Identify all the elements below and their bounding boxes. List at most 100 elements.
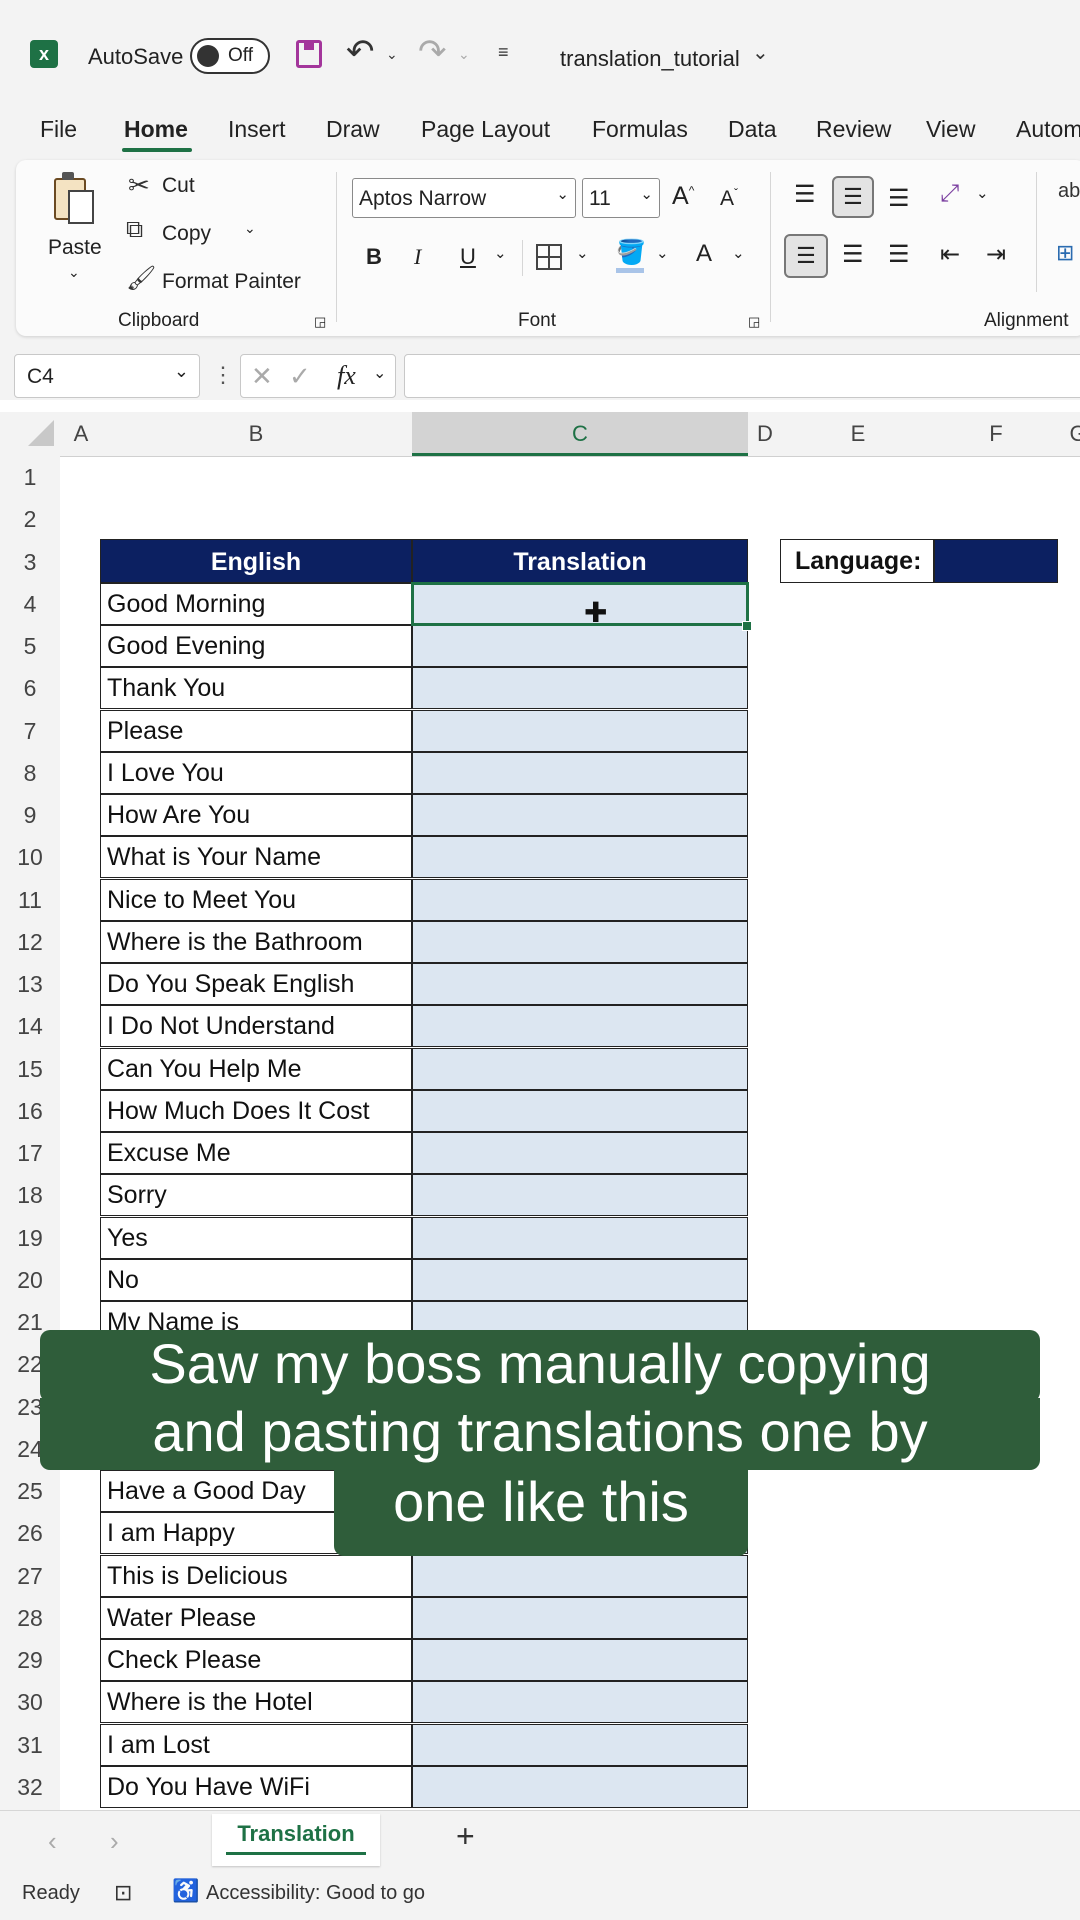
translation-cell[interactable] <box>412 879 748 921</box>
english-cell[interactable]: Water Please <box>100 1597 412 1639</box>
redo-icon[interactable]: ↷ <box>418 32 447 72</box>
column-header-d[interactable]: D <box>748 412 782 456</box>
english-cell[interactable]: Where is the Bathroom <box>100 921 412 963</box>
translation-header-cell[interactable]: Translation <box>412 539 748 583</box>
menu-insert[interactable]: Insert <box>228 116 286 143</box>
english-cell[interactable]: Excuse Me <box>100 1132 412 1174</box>
translation-cell[interactable] <box>412 1724 748 1766</box>
language-value-cell[interactable] <box>934 539 1058 583</box>
row-header[interactable]: 25 <box>0 1470 60 1512</box>
formula-input[interactable] <box>404 354 1080 398</box>
english-cell[interactable]: Yes <box>100 1217 412 1259</box>
copy-button[interactable]: Copy <box>162 222 211 246</box>
column-header-c[interactable]: C <box>412 412 748 456</box>
row-header[interactable]: 2 <box>0 498 60 540</box>
align-left-icon[interactable]: ☰ <box>784 234 828 278</box>
row-header[interactable]: 8 <box>0 752 60 794</box>
file-name[interactable]: translation_tutorial <box>560 46 740 72</box>
english-cell[interactable]: I Love You <box>100 752 412 794</box>
accessibility-icon[interactable]: ♿ <box>172 1878 199 1904</box>
column-header-b[interactable]: B <box>100 412 412 456</box>
row-header[interactable]: 17 <box>0 1132 60 1174</box>
row-header[interactable]: 32 <box>0 1766 60 1808</box>
translation-cell[interactable] <box>412 1005 748 1047</box>
row-header[interactable]: 15 <box>0 1048 60 1090</box>
translation-cell[interactable] <box>412 625 748 667</box>
row-header[interactable]: 20 <box>0 1259 60 1301</box>
align-center-icon[interactable]: ☰ <box>842 240 864 269</box>
sheet-tab-translation[interactable]: Translation <box>212 1814 380 1866</box>
menu-automate[interactable]: Autom <box>1016 116 1080 143</box>
translation-cell[interactable] <box>412 1132 748 1174</box>
english-cell[interactable]: Do You Speak English <box>100 963 412 1005</box>
language-label-cell[interactable]: Language: <box>780 539 934 583</box>
borders-dropdown-icon[interactable]: ⌄ <box>576 244 589 262</box>
translation-cell[interactable] <box>412 1048 748 1090</box>
row-header[interactable]: 28 <box>0 1597 60 1639</box>
font-color-icon[interactable]: A <box>696 240 712 268</box>
english-cell[interactable]: No <box>100 1259 412 1301</box>
name-box[interactable]: C4 ⌄ <box>14 354 200 398</box>
decrease-font-size-icon[interactable]: Aˇ <box>720 186 738 211</box>
translation-cell[interactable] <box>412 1639 748 1681</box>
translation-cell[interactable] <box>412 1766 748 1808</box>
column-header-f[interactable]: F <box>934 412 1058 456</box>
font-color-dropdown-icon[interactable]: ⌄ <box>732 244 745 262</box>
translation-cell[interactable] <box>412 836 748 878</box>
menu-formulas[interactable]: Formulas <box>592 116 688 143</box>
translation-cell[interactable] <box>412 1090 748 1132</box>
prev-sheet-icon[interactable]: ‹ <box>48 1826 57 1857</box>
align-bottom-icon[interactable]: ☰ <box>888 184 910 213</box>
english-cell[interactable]: Thank You <box>100 667 412 709</box>
filename-chevron-icon[interactable]: ⌄ <box>752 40 769 65</box>
font-size-dropdown[interactable]: 11 ⌄ <box>582 178 660 218</box>
underline-dropdown-icon[interactable]: ⌄ <box>494 244 507 262</box>
increase-indent-icon[interactable]: ⇥ <box>986 240 1006 269</box>
english-cell[interactable]: How Much Does It Cost <box>100 1090 412 1132</box>
format-painter-button[interactable]: Format Painter <box>162 270 301 294</box>
row-header[interactable]: 6 <box>0 667 60 709</box>
selected-cell-c4[interactable] <box>411 582 749 626</box>
redo-dropdown-icon[interactable]: ⌄ <box>458 46 470 63</box>
english-cell[interactable]: Where is the Hotel <box>100 1681 412 1723</box>
english-cell[interactable]: I am Lost <box>100 1724 412 1766</box>
undo-dropdown-icon[interactable]: ⌄ <box>386 46 398 63</box>
english-cell[interactable]: Good Evening <box>100 625 412 667</box>
accessibility-status[interactable]: Accessibility: Good to go <box>206 1882 425 1905</box>
translation-cell[interactable] <box>412 1174 748 1216</box>
english-cell[interactable]: I Do Not Understand <box>100 1005 412 1047</box>
decrease-indent-icon[interactable]: ⇤ <box>940 240 960 269</box>
translation-cell[interactable] <box>412 963 748 1005</box>
column-header-g[interactable]: G <box>1058 412 1080 456</box>
row-header[interactable]: 13 <box>0 963 60 1005</box>
english-cell[interactable]: Nice to Meet You <box>100 879 412 921</box>
row-header[interactable]: 10 <box>0 836 60 878</box>
menu-home[interactable]: Home <box>124 116 188 143</box>
menu-file[interactable]: File <box>40 116 77 143</box>
menu-page-layout[interactable]: Page Layout <box>421 116 550 143</box>
translation-cell[interactable] <box>412 710 748 752</box>
align-right-icon[interactable]: ☰ <box>888 240 910 269</box>
translation-cell[interactable] <box>412 1681 748 1723</box>
orientation-icon[interactable]: ⤢ <box>940 180 959 208</box>
translation-cell[interactable] <box>412 1259 748 1301</box>
english-cell[interactable]: Good Morning <box>100 583 412 625</box>
row-header[interactable]: 12 <box>0 921 60 963</box>
menu-view[interactable]: View <box>926 116 975 143</box>
add-sheet-button[interactable]: + <box>456 1818 475 1855</box>
enter-icon[interactable]: ✓ <box>289 361 311 392</box>
english-cell[interactable]: How Are You <box>100 794 412 836</box>
row-header[interactable]: 5 <box>0 625 60 667</box>
align-top-icon[interactable]: ☰ <box>794 180 816 209</box>
font-name-dropdown[interactable]: Aptos Narrow ⌄ <box>352 178 576 218</box>
row-header[interactable]: 9 <box>0 794 60 836</box>
orientation-dropdown-icon[interactable]: ⌄ <box>976 184 989 202</box>
fill-color-dropdown-icon[interactable]: ⌄ <box>656 244 669 262</box>
select-all-corner[interactable] <box>28 420 54 446</box>
paste-icon[interactable] <box>52 172 94 224</box>
translation-cell[interactable] <box>412 752 748 794</box>
merge-center-icon[interactable]: ⊞ <box>1056 240 1074 266</box>
menu-review[interactable]: Review <box>816 116 891 143</box>
paste-dropdown-icon[interactable]: ⌄ <box>68 264 80 281</box>
row-header[interactable]: 3 <box>0 541 60 583</box>
